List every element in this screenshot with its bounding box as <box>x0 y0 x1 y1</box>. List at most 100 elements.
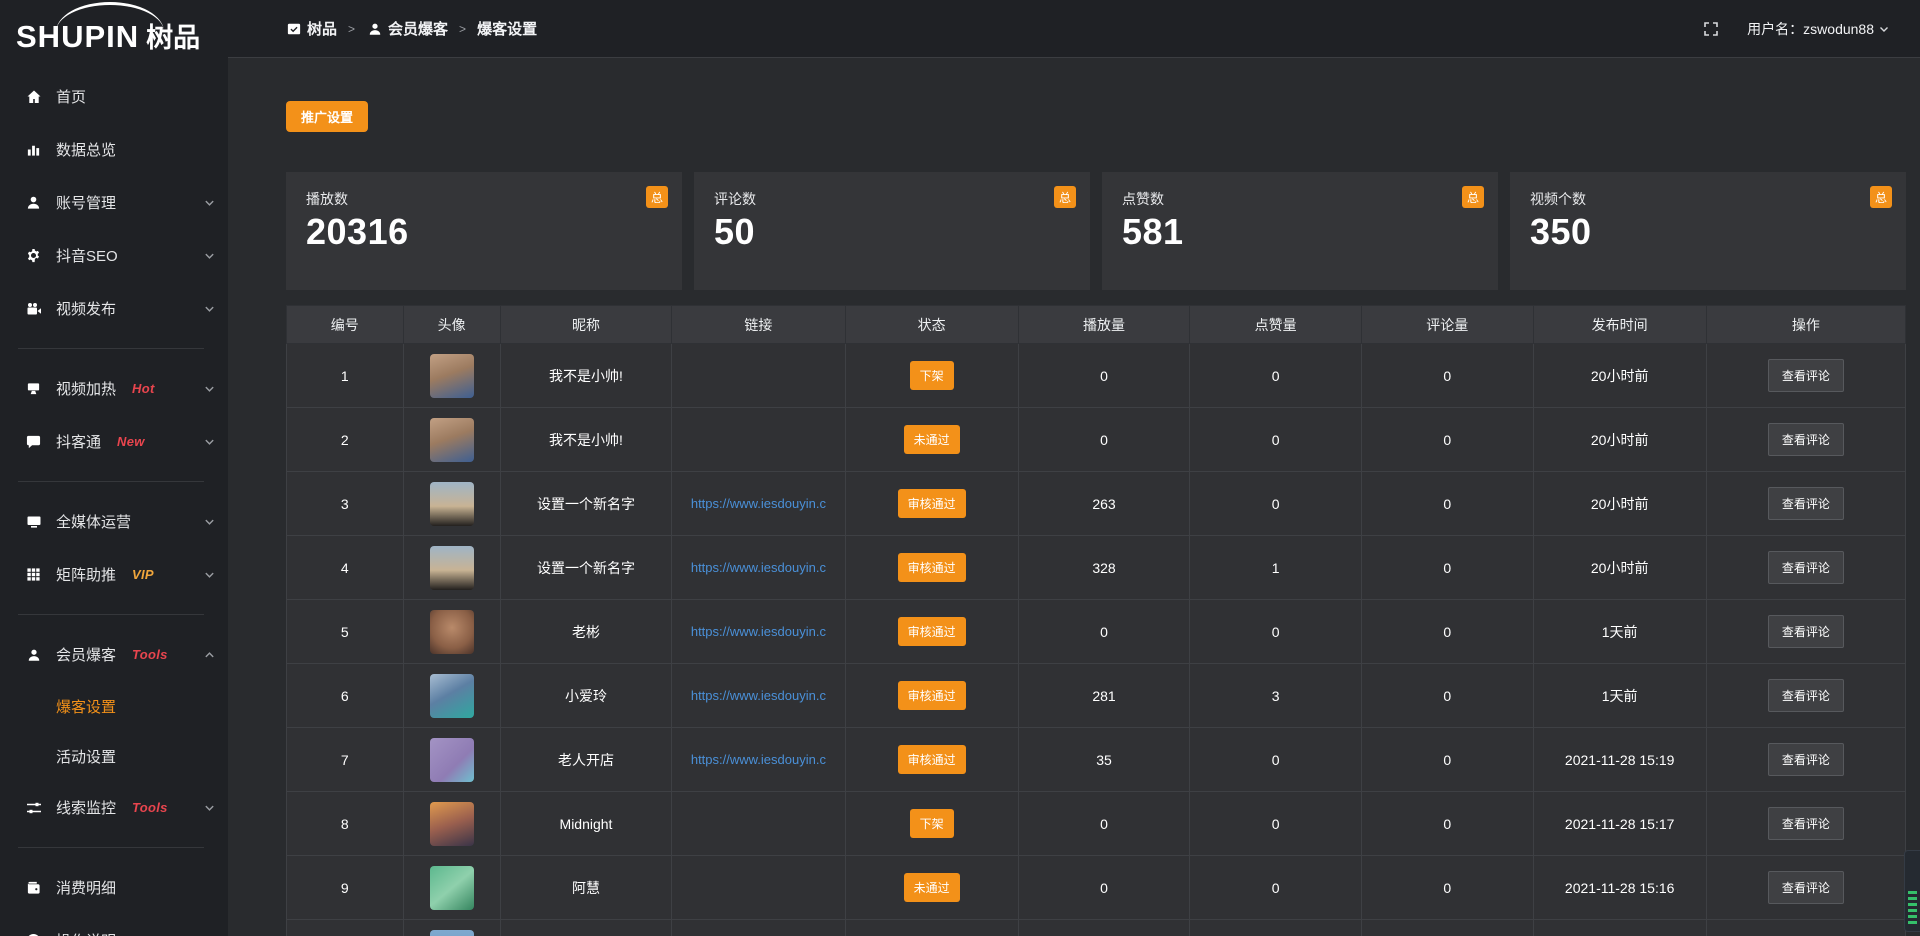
sidebar-item-label: 矩阵助推 <box>56 564 116 585</box>
cell-action: 查看评论 <box>1706 728 1905 792</box>
sidebar-item-consume-details[interactable]: 消费明细 <box>0 861 228 914</box>
cell-action: 查看评论 <box>1706 792 1905 856</box>
status-badge: 审核通过 <box>898 745 966 774</box>
floating-widget-stripes <box>1908 891 1917 925</box>
cell-id: 3 <box>287 472 404 536</box>
stat-label: 评论数 <box>714 189 1070 209</box>
sidebar-item-badge: New <box>117 434 145 449</box>
profile-link[interactable]: https://www.iesdouyin.c <box>672 560 844 575</box>
status-badge: 未通过 <box>904 873 960 902</box>
cell-plays: 0 <box>1018 344 1190 408</box>
cell-time: 20小时前 <box>1533 344 1706 408</box>
cell-avatar <box>403 664 500 728</box>
cell-comments: 0 <box>1361 728 1533 792</box>
promo-settings-button[interactable]: 推广设置 <box>286 101 368 132</box>
view-comments-button[interactable]: 查看评论 <box>1768 807 1844 840</box>
cell-time: 20小时前 <box>1533 536 1706 600</box>
view-comments-button[interactable]: 查看评论 <box>1768 743 1844 776</box>
cell-link <box>672 792 845 856</box>
floating-widget[interactable] <box>1904 850 1920 932</box>
view-comments-button[interactable]: 查看评论 <box>1768 679 1844 712</box>
cell-time: 2021-11-28 15:17 <box>1533 792 1706 856</box>
cell-likes: 0 <box>1190 792 1362 856</box>
cell-id: 8 <box>287 792 404 856</box>
stat-total-badge: 总 <box>1054 186 1076 208</box>
breadcrumb-item-0[interactable]: 树品 <box>285 18 337 39</box>
column-header-4: 状态 <box>845 306 1018 344</box>
profile-link[interactable]: https://www.iesdouyin.c <box>672 496 844 511</box>
sidebar-subitem-activity-settings[interactable]: 活动设置 <box>0 731 228 781</box>
sidebar-subitem-baoke-settings[interactable]: 爆客设置 <box>0 681 228 731</box>
breadcrumb-item-2[interactable]: 爆客设置 <box>477 18 537 39</box>
table-row: 6 小爱玲 https://www.iesdouyin.c 审核通过 281 3… <box>287 664 1906 728</box>
chevron-down-icon <box>204 802 215 813</box>
window-icon <box>285 22 302 36</box>
view-comments-button[interactable]: 查看评论 <box>1768 871 1844 904</box>
cell-id: 5 <box>287 600 404 664</box>
sidebar-item-omni-media[interactable]: 全媒体运营 <box>0 495 228 548</box>
cell-nickname: 老彬 <box>500 600 672 664</box>
cell-link: https://www.iesdouyin.c <box>672 728 845 792</box>
breadcrumb-label: 爆客设置 <box>477 18 537 39</box>
sidebar: SHUPIN 树品 首页 数据总览 账号管理 <box>0 0 228 936</box>
profile-link[interactable]: https://www.iesdouyin.c <box>672 624 844 639</box>
view-comments-button[interactable]: 查看评论 <box>1768 487 1844 520</box>
sidebar-item-label: 会员爆客 <box>56 644 116 665</box>
stat-label: 播放数 <box>306 189 662 209</box>
view-comments-button[interactable]: 查看评论 <box>1768 615 1844 648</box>
table-row: 2 我不是小帅! 未通过 0 0 0 20小时前 查看评论 <box>287 408 1906 472</box>
logo-arc <box>56 2 164 32</box>
cell-avatar <box>403 792 500 856</box>
cell-link: https://www.iesdouyin.c <box>672 536 845 600</box>
user-menu[interactable]: 用户名： zswodun88 <box>1747 19 1890 39</box>
breadcrumb-item-1[interactable]: 会员爆客 <box>366 18 448 39</box>
view-comments-button[interactable]: 查看评论 <box>1768 423 1844 456</box>
cell-plays: 0 <box>1018 856 1190 920</box>
cell-avatar <box>403 408 500 472</box>
sidebar-item-clue-monitor[interactable]: 线索监控 Tools <box>0 781 228 834</box>
stat-value: 581 <box>1122 211 1478 253</box>
sidebar-divider <box>18 348 204 349</box>
sidebar-divider <box>18 847 204 848</box>
chevron-down-icon <box>204 569 215 580</box>
avatar <box>430 802 474 846</box>
sidebar-item-operation-guide[interactable]: ? 操作说明 <box>0 914 228 936</box>
cell-id: 2 <box>287 408 404 472</box>
sidebar-item-matrix-boost[interactable]: 矩阵助推 VIP <box>0 548 228 601</box>
cell-likes: 0 <box>1190 856 1362 920</box>
sidebar-item-account-management[interactable]: 账号管理 <box>0 176 228 229</box>
home-icon <box>25 89 42 105</box>
sidebar-item-member-baoke[interactable]: 会员爆客 Tools <box>0 628 228 681</box>
fullscreen-icon[interactable] <box>1702 21 1719 37</box>
view-comments-button[interactable]: 查看评论 <box>1768 551 1844 584</box>
profile-link[interactable]: https://www.iesdouyin.c <box>672 688 844 703</box>
table-row-partial <box>287 920 1906 936</box>
sidebar-item-douyin-seo[interactable]: 抖音SEO <box>0 229 228 282</box>
user-area: 用户名： zswodun88 <box>1702 19 1890 39</box>
cell-id: 1 <box>287 344 404 408</box>
sidebar-item-label: 消费明细 <box>56 877 116 898</box>
cell-id: 6 <box>287 664 404 728</box>
topbar: 树品> 会员爆客> 爆客设置 用户名： zswodun88 <box>228 0 1920 58</box>
cell-comments: 0 <box>1361 856 1533 920</box>
cell-plays: 328 <box>1018 536 1190 600</box>
view-comments-button[interactable]: 查看评论 <box>1768 359 1844 392</box>
avatar <box>430 482 474 526</box>
sidebar-item-home[interactable]: 首页 <box>0 70 228 123</box>
cell-plays: 0 <box>1018 600 1190 664</box>
profile-link[interactable]: https://www.iesdouyin.c <box>672 752 844 767</box>
breadcrumb-label: 树品 <box>307 18 337 39</box>
sidebar-item-video-publish[interactable]: 视频发布 <box>0 282 228 335</box>
status-badge: 未通过 <box>904 425 960 454</box>
monitor-icon <box>25 514 42 530</box>
sidebar-item-douketong[interactable]: 抖客通 New <box>0 415 228 468</box>
stat-card-0: 播放数 20316 总 <box>286 172 682 290</box>
cell-status: 未通过 <box>845 408 1018 472</box>
cell-time: 2021-11-28 15:19 <box>1533 728 1706 792</box>
status-badge: 审核通过 <box>898 681 966 710</box>
accounts-table-wrap: 编号头像昵称链接状态播放量点赞量评论量发布时间操作 1 我不是小帅! 下架 0 … <box>286 305 1906 936</box>
sidebar-item-data-overview[interactable]: 数据总览 <box>0 123 228 176</box>
person-icon <box>25 648 42 662</box>
sidebar-item-video-heat[interactable]: 视频加热 Hot <box>0 362 228 415</box>
table-row: 7 老人开店 https://www.iesdouyin.c 审核通过 35 0… <box>287 728 1906 792</box>
